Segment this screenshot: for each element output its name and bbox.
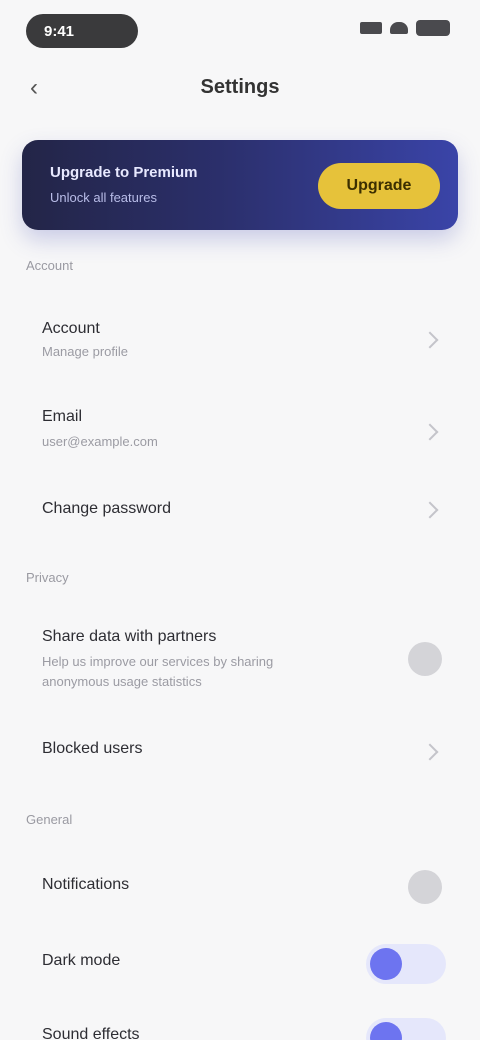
row-title: Change password <box>42 500 171 517</box>
settings-row-notifications[interactable]: Notifications <box>0 848 480 928</box>
signal-icon <box>360 22 382 34</box>
upgrade-button[interactable]: Upgrade <box>318 163 440 209</box>
toggle-knob <box>370 948 402 980</box>
row-title: Account <box>42 320 100 337</box>
chevron-right-icon <box>421 423 439 441</box>
settings-row-blocked-users[interactable]: Blocked users <box>0 712 480 792</box>
row-title: Dark mode <box>42 952 121 969</box>
page-title: Settings <box>200 76 280 98</box>
row-subtitle: Manage profile <box>42 344 128 359</box>
notifications-toggle[interactable] <box>408 870 442 904</box>
settings-row-change-password[interactable]: Change password <box>0 470 480 550</box>
section-label-account: Account <box>26 258 73 273</box>
status-time-pill: 9:41 <box>26 14 138 48</box>
share-data-toggle[interactable] <box>408 642 442 676</box>
wifi-icon <box>390 22 408 34</box>
sound-effects-toggle[interactable] <box>366 1018 446 1040</box>
chevron-right-icon <box>421 501 439 519</box>
row-title: Notifications <box>42 876 130 893</box>
chevron-right-icon <box>421 743 439 761</box>
row-subtitle: Help us improve our services by sharing <box>42 654 274 669</box>
settings-row-share-data[interactable]: Share data with partners Help us improve… <box>0 612 480 712</box>
row-title: Email <box>42 408 83 425</box>
row-title: Sound effects <box>42 1026 140 1040</box>
row-subtitle-line2: anonymous usage statistics <box>42 674 202 689</box>
toggle-knob <box>370 1022 402 1040</box>
row-title: Share data with partners <box>42 628 217 645</box>
premium-subtitle: Unlock all features <box>50 190 157 205</box>
premium-banner[interactable]: Upgrade to Premium Unlock all features U… <box>22 140 458 230</box>
status-icons <box>360 20 450 36</box>
settings-row-sound-effects[interactable]: Sound effects <box>0 998 480 1040</box>
dark-mode-toggle[interactable] <box>366 944 446 984</box>
section-label-general: General <box>26 812 73 827</box>
settings-row-account[interactable]: Account Manage profile <box>0 300 480 380</box>
section-label-privacy: Privacy <box>26 570 69 585</box>
settings-row-email[interactable]: Email user@example.com <box>0 392 480 472</box>
chevron-right-icon <box>421 331 439 349</box>
status-time: 9:41 <box>44 23 75 40</box>
nav-bar: ‹ Settings <box>0 64 480 112</box>
battery-icon <box>416 20 450 36</box>
settings-row-dark-mode[interactable]: Dark mode <box>0 924 480 1004</box>
premium-title: Upgrade to Premium <box>50 164 198 181</box>
row-title: Blocked users <box>42 740 143 757</box>
row-subtitle: user@example.com <box>42 434 158 449</box>
status-bar: 9:41 <box>0 0 480 64</box>
